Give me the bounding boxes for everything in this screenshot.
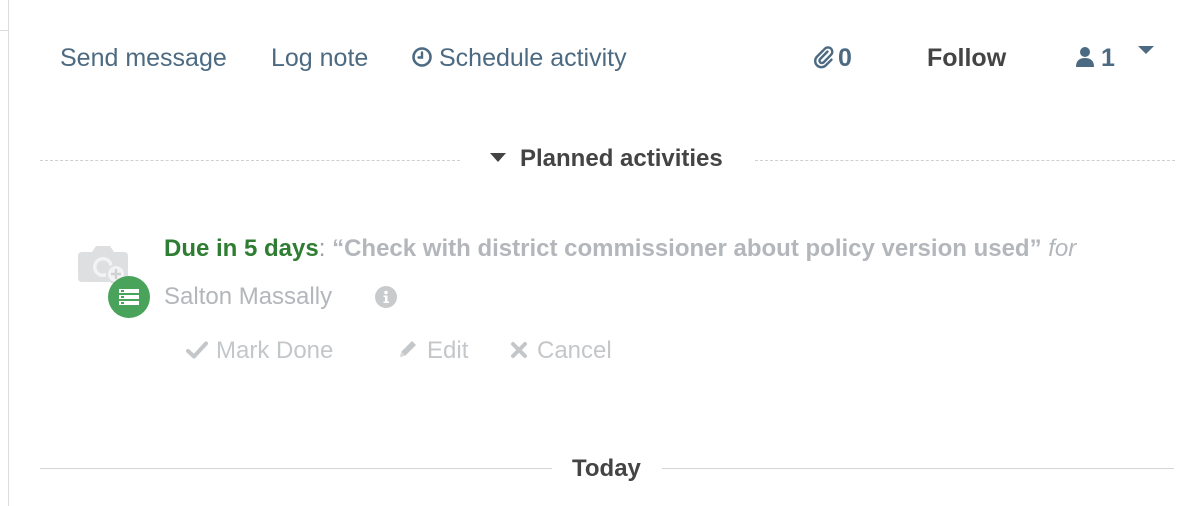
followers-dropdown-chevron-down-icon[interactable] bbox=[1138, 46, 1154, 54]
user-icon bbox=[1076, 47, 1094, 67]
date-separator-label: Today bbox=[572, 455, 641, 482]
attachments-button[interactable]: 0 bbox=[812, 38, 852, 78]
follow-button[interactable]: Follow bbox=[927, 38, 1006, 78]
caret-down-icon bbox=[490, 153, 506, 162]
chatter-panel: Send message Log note Schedule activity … bbox=[0, 0, 1200, 506]
followers-button[interactable]: 1 bbox=[1075, 38, 1115, 78]
mark-done-label: Mark Done bbox=[216, 337, 334, 364]
activity-actions: Mark Done Edit Cancel bbox=[0, 334, 1200, 368]
left-border-tick bbox=[0, 30, 8, 31]
log-note-button[interactable]: Log note bbox=[271, 38, 368, 78]
schedule-activity-label: Schedule activity bbox=[439, 44, 627, 72]
cancel-label: Cancel bbox=[537, 337, 612, 364]
schedule-activity-button[interactable]: Schedule activity bbox=[411, 38, 627, 78]
planned-separator-line-left bbox=[40, 160, 460, 161]
planned-activities-toggle[interactable]: Planned activities bbox=[490, 142, 723, 176]
check-icon bbox=[186, 341, 208, 359]
activity-for-label: for bbox=[1041, 235, 1077, 262]
activity-type-badge bbox=[108, 276, 150, 318]
pencil-icon bbox=[400, 341, 416, 357]
clock-icon bbox=[412, 47, 432, 67]
activity-separator: : bbox=[318, 235, 333, 262]
activity-header: Due in 5 days: “Check with district comm… bbox=[164, 232, 1076, 266]
info-icon[interactable] bbox=[375, 286, 397, 308]
followers-count: 1 bbox=[1101, 44, 1115, 72]
paperclip-icon bbox=[814, 46, 834, 69]
planned-activities-title: Planned activities bbox=[520, 145, 723, 172]
send-message-button[interactable]: Send message bbox=[60, 38, 227, 78]
activity-assignee: Salton Massally bbox=[164, 283, 333, 310]
activity-summary: “Check with district commissioner about … bbox=[332, 235, 1042, 262]
activity-due-label: Due in 5 days bbox=[164, 235, 319, 262]
attachments-count: 0 bbox=[838, 44, 852, 72]
info-glyph bbox=[383, 290, 389, 303]
chatter-topbar: Send message Log note Schedule activity … bbox=[0, 38, 1200, 78]
planned-separator-line-right bbox=[755, 160, 1175, 161]
times-icon bbox=[511, 342, 527, 358]
date-separator-line-left bbox=[40, 468, 552, 469]
date-separator-line-right bbox=[662, 468, 1174, 469]
activity-list-icon bbox=[119, 289, 139, 305]
cancel-activity-button[interactable]: Cancel bbox=[509, 334, 612, 368]
edit-activity-button[interactable]: Edit bbox=[397, 334, 468, 368]
edit-label: Edit bbox=[427, 337, 469, 364]
mark-done-button[interactable]: Mark Done bbox=[186, 334, 333, 368]
